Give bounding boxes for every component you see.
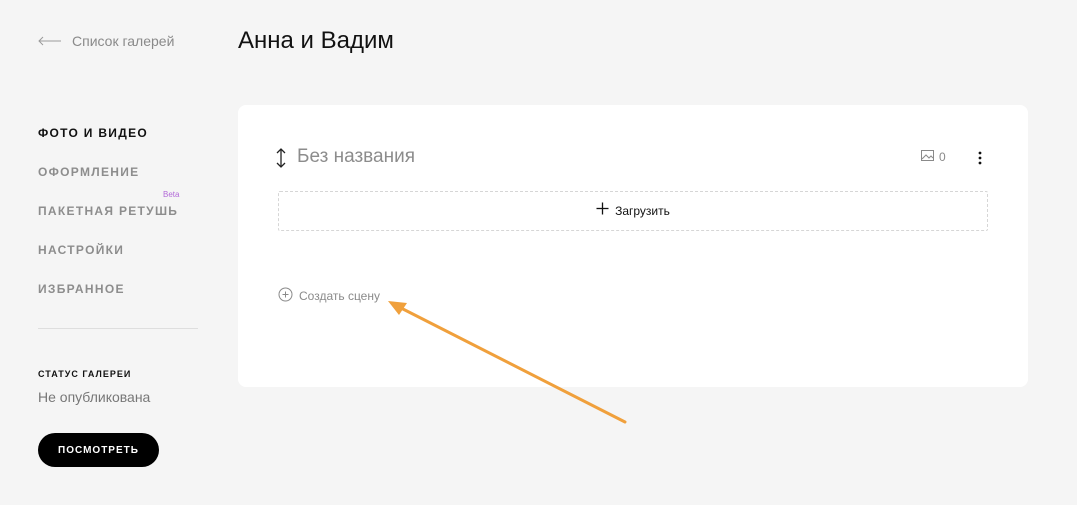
more-vertical-icon[interactable] [974, 148, 986, 168]
annotation-arrow [388, 301, 627, 424]
sidebar-item-label: ПАКЕТНАЯ РЕТУШЬ [38, 204, 179, 218]
sidebar-divider [38, 328, 198, 329]
sidebar-item-favorites[interactable]: ИЗБРАННОЕ [38, 282, 125, 296]
arrow-left-icon [38, 36, 62, 46]
plus-circle-icon [278, 287, 293, 305]
vertical-resize-icon[interactable] [274, 147, 288, 174]
upload-dropzone[interactable]: Загрузить [278, 191, 988, 231]
photo-count: 0 [921, 150, 946, 164]
back-to-galleries-link[interactable]: Список галерей [38, 33, 174, 49]
gallery-status-label: СТАТУС ГАЛЕРЕИ [38, 369, 132, 379]
create-scene-button[interactable]: Создать сцену [278, 287, 380, 305]
back-link-label: Список галерей [72, 33, 175, 49]
photo-count-value: 0 [939, 150, 946, 164]
sidebar-item-label: ФОТО И ВИДЕО [38, 126, 149, 140]
view-gallery-button[interactable]: ПОСМОТРЕТЬ [38, 433, 159, 467]
sidebar-item-settings[interactable]: НАСТРОЙКИ [38, 243, 124, 257]
image-icon [921, 150, 934, 164]
sidebar-item-label: ИЗБРАННОЕ [38, 282, 125, 296]
plus-icon [596, 202, 609, 220]
create-scene-label: Создать сцену [299, 289, 380, 303]
beta-badge: Beta [163, 190, 180, 199]
gallery-status-value: Не опубликована [38, 389, 151, 405]
sidebar-item-label: ОФОРМЛЕНИЕ [38, 165, 140, 179]
sidebar-item-batch-retouch[interactable]: ПАКЕТНАЯ РЕТУШЬ Beta [38, 190, 179, 218]
scene-title[interactable]: Без названия [297, 146, 415, 168]
upload-label: Загрузить [615, 204, 670, 218]
sidebar-item-photos-videos[interactable]: ФОТО И ВИДЕО [38, 126, 148, 140]
sidebar-item-label: НАСТРОЙКИ [38, 243, 125, 257]
page-title: Анна и Вадим [238, 27, 394, 54]
sidebar-item-design[interactable]: ОФОРМЛЕНИЕ [38, 165, 139, 179]
